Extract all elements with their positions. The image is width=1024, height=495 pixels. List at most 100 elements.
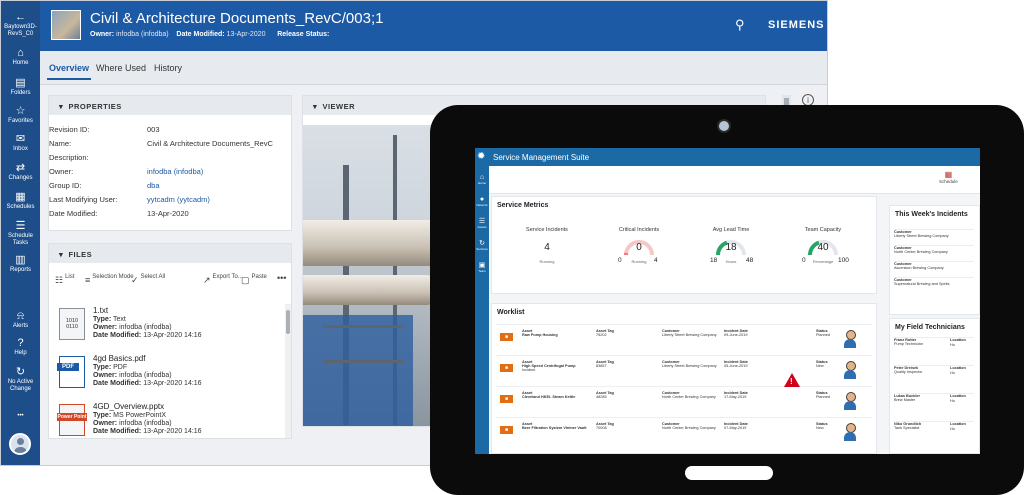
- nav-item-label: Schedules: [6, 204, 35, 210]
- header-meta: Owner: infodba (infodba) Date Modified: …: [90, 31, 329, 38]
- tablet-nav-label: Services: [476, 247, 488, 251]
- tab-where-used[interactable]: Where Used: [96, 63, 146, 73]
- worklist-row[interactable]: ■ Asset Beer Filtration System Vintner Vau…: [496, 417, 872, 447]
- property-value: Civil & Architecture Documents_RevC: [147, 139, 273, 148]
- warning-exclamation: !: [790, 377, 793, 386]
- file-item[interactable]: Power Point 4GD_Overview.pptx Type: MS Pow…: [49, 402, 285, 438]
- help-icon: ?: [17, 337, 24, 349]
- worklist-date-value: 05-June-2019: [724, 364, 748, 368]
- incident-customer-value: North Center Brewing Company: [894, 250, 948, 254]
- incident-item[interactable]: Customer Supernatural Brewing and Spirits: [894, 277, 974, 292]
- metric-label: Critical Incidents: [618, 227, 660, 233]
- technician-avatar[interactable]: [843, 423, 857, 441]
- nav-item-changes[interactable]: ⇄ Changes: [1, 162, 40, 182]
- metric-label: Avg Lead Time: [712, 227, 750, 233]
- incident-customer-value: Ascension Brewing Company: [894, 266, 944, 270]
- files-scrollbar[interactable]: [285, 304, 291, 438]
- more-button[interactable]: •••: [277, 274, 286, 284]
- worklist-date: Incident Date 05-June-2019: [724, 360, 748, 368]
- worklist-row[interactable]: ■ Asset Raw Pump Housing Asset Tag 75202 Cust…: [496, 324, 872, 354]
- tab-history[interactable]: History: [154, 63, 182, 73]
- file-name[interactable]: 4GD_Overview.pptx: [93, 402, 164, 411]
- incident-item[interactable]: Customer Ascension Brewing Company: [894, 261, 974, 276]
- tablet-nav-label: Team: [478, 269, 486, 273]
- incident-item[interactable]: Customer North Center Brewing Company: [894, 245, 974, 260]
- schedule-button[interactable]: ▦ Schedule: [939, 170, 958, 184]
- schedule-label: Schedule: [939, 179, 958, 184]
- toolbar-label: List: [65, 274, 75, 280]
- file-icon-tag: PDF: [57, 363, 79, 371]
- properties-header[interactable]: ▾ PROPERTIES: [49, 96, 291, 115]
- technician-item[interactable]: Niko Grundlich Location Tank Specialist Ho: [894, 421, 974, 447]
- worklist-row[interactable]: ■ Asset High Speed Centrifugal Pump Inciden…: [496, 355, 872, 385]
- owner-label: Owner:: [90, 31, 115, 38]
- file-item[interactable]: PDF 4gd Basics.pdf Type: PDF Owner: infodba…: [49, 354, 285, 399]
- select-all-button[interactable]: ✓ Select All: [131, 274, 165, 287]
- nav-item-help[interactable]: ? Help: [1, 337, 40, 357]
- tab-overview[interactable]: Overview: [46, 63, 92, 80]
- tablet-nav-network[interactable]: ● Network: [475, 196, 489, 207]
- tablet-nav-team[interactable]: ▣ Team: [475, 262, 489, 273]
- property-value[interactable]: dba: [147, 181, 160, 190]
- nav-item-schedules[interactable]: ▦ Schedules: [1, 191, 40, 211]
- worklist-status: Status New: [816, 422, 828, 430]
- txt-file-icon: 1010 0110: [59, 308, 85, 340]
- paste-button[interactable]: ▢ Paste: [241, 274, 267, 287]
- file-item[interactable]: 1010 0110 1.txt Type: Text Owner: infodba (…: [49, 306, 285, 351]
- list-button[interactable]: ☷ List: [55, 274, 74, 287]
- worklist-tag: Asset Tag 70008: [596, 422, 614, 430]
- nav-item-schedule-tasks[interactable]: ☰ Schedule Tasks: [1, 220, 40, 247]
- search-icon[interactable]: ⚲: [735, 17, 745, 33]
- file-name[interactable]: 1.txt: [93, 306, 108, 315]
- nav-item-home[interactable]: ⌂ Home: [1, 47, 40, 67]
- export-button[interactable]: ↗ Export To...: [203, 274, 243, 287]
- selection-mode-button[interactable]: ≡ Selection Mode: [85, 274, 134, 287]
- asset-badge-icon: ■: [500, 426, 513, 434]
- nav-item-inbox[interactable]: ✉ Inbox: [1, 133, 40, 153]
- nav-item-no-active-change[interactable]: ↻ No Active Change: [1, 366, 40, 393]
- technician-role: Quality Inspector: [894, 370, 923, 374]
- user-avatar[interactable]: [9, 433, 31, 455]
- nav-item-label: Inbox: [13, 146, 28, 152]
- toolbar-label: Select All: [140, 274, 166, 280]
- technician-avatar[interactable]: [843, 361, 857, 379]
- viewer-heading: VIEWER: [322, 102, 356, 111]
- technician-item[interactable]: Lukas Buckler Location Brew Master Ho: [894, 393, 974, 419]
- tablet-home-bar[interactable]: [685, 466, 773, 480]
- worklist-row[interactable]: ■ Asset Cleveland HKEL Steam Kettle Asset T…: [496, 386, 872, 416]
- technician-item[interactable]: Peter Dreisek Location Quality Inspector Ho: [894, 365, 974, 391]
- metric-value: 18: [725, 242, 737, 253]
- nav-item-baytown3d-revs-c0[interactable]: ← Baytown3D-RevS_C0: [1, 11, 40, 38]
- nav-item-folders[interactable]: ▤ Folders: [1, 77, 40, 97]
- worklist-date-value: 07-May-2019: [724, 426, 747, 430]
- tablet-nav-home[interactable]: ⌂ Home: [475, 174, 489, 185]
- worklist-customer-value: North Center Brewing Company: [662, 426, 716, 430]
- gauge-max: 4: [654, 257, 658, 264]
- nav-item-label: Changes: [8, 175, 33, 181]
- technician-item[interactable]: Franz Rutter Location Pump Technician Ho: [894, 337, 974, 363]
- nav-item--[interactable]: •••: [1, 413, 40, 420]
- property-value[interactable]: yytcadm (yytcadm): [147, 195, 210, 204]
- worklist-customer: Customer North Center Brewing Company: [662, 391, 716, 399]
- tablet-nav-label: Assets: [477, 225, 487, 229]
- files-header[interactable]: ▾ FILES: [49, 244, 291, 263]
- tablet-app-bar: ✹ Service Management Suite: [475, 148, 980, 166]
- worklist-status-value: New: [816, 364, 824, 368]
- nav-item-reports[interactable]: ▥ Reports: [1, 254, 40, 274]
- nav-item-favorites[interactable]: ☆ Favorites: [1, 105, 40, 125]
- technician-avatar[interactable]: [843, 392, 857, 410]
- metric-sub: Running: [539, 259, 555, 264]
- property-value: 13-Apr-2020: [147, 209, 189, 218]
- property-value[interactable]: infodba (infodba): [147, 167, 203, 176]
- tablet-nav-assets[interactable]: ☰ Assets: [475, 218, 489, 229]
- changes-icon: ⇄: [15, 162, 26, 174]
- technician-avatar[interactable]: [843, 330, 857, 348]
- file-modified-value: 13-Apr-2020 14:16: [143, 380, 202, 387]
- file-icon-tag: Power Point: [57, 413, 87, 421]
- file-name[interactable]: 4gd Basics.pdf: [93, 354, 145, 363]
- tablet-nav-services[interactable]: ↻ Services: [475, 240, 489, 251]
- incident-item[interactable]: Customer Liberty Street Brewing Company: [894, 229, 974, 244]
- left-nav: ← Baytown3D-RevS_C0 ⌂ Home ▤ Folders ☆ Favorite…: [1, 1, 40, 465]
- technician-location-value: Ho: [950, 399, 955, 403]
- nav-item-alerts[interactable]: ⍾ Alerts: [1, 310, 40, 330]
